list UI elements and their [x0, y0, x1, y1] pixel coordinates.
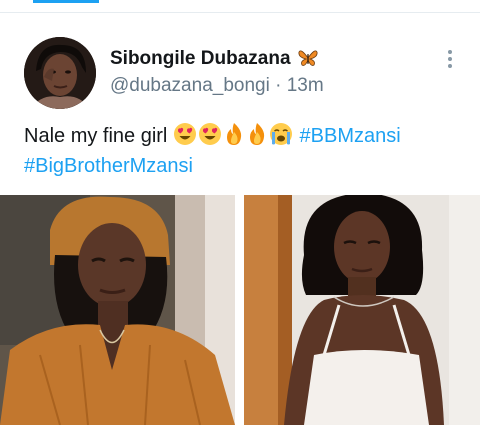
tweet-text: Nale my fine girl #BBMzansi #BigBrotherM… — [24, 121, 464, 181]
tweet-text-prefix: Nale my fine girl — [24, 125, 168, 147]
author-name-text[interactable]: Sibongile Dubazana — [110, 48, 291, 69]
butterfly-emoji — [298, 50, 318, 66]
user-handle[interactable]: @dubazana_bongi — [110, 75, 270, 96]
hashtag-bigbrothermzansi[interactable]: #BigBrotherMzansi — [24, 155, 193, 177]
timestamp[interactable]: 13m — [287, 75, 324, 96]
tweet-photo-2[interactable] — [244, 195, 480, 425]
heart-eyes-emoji — [173, 123, 196, 145]
tweet-photo-1[interactable] — [0, 195, 235, 425]
handle-line: @dubazana_bongi · 13m — [110, 75, 324, 97]
crying-emoji — [269, 123, 292, 145]
active-tab-indicator — [33, 0, 99, 3]
hashtag-bbmzansi[interactable]: #BBMzansi — [300, 125, 401, 147]
avatar[interactable] — [24, 37, 96, 109]
divider — [0, 12, 480, 13]
fire-emoji — [249, 123, 265, 145]
separator-dot: · — [275, 75, 282, 96]
fire-emoji — [226, 123, 242, 145]
author-name[interactable]: Sibongile Dubazana — [110, 48, 318, 70]
heart-eyes-emoji — [198, 123, 221, 145]
more-options-icon[interactable] — [446, 50, 454, 72]
